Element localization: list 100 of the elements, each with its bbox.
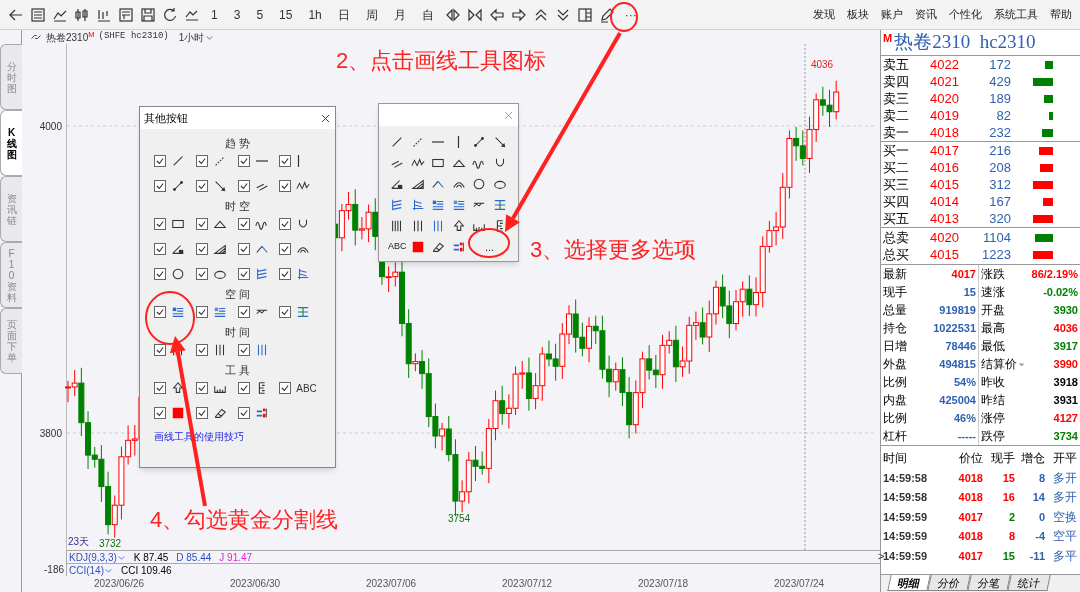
collapse-icon[interactable] <box>466 6 483 23</box>
side-tab[interactable]: K线图 <box>0 110 22 176</box>
horizontal-levels-icon[interactable] <box>431 198 446 212</box>
indicator-dropdown[interactable]: KDJ(9,3,3) <box>69 549 126 565</box>
line-segment-icon[interactable] <box>472 135 487 149</box>
period-button[interactable]: 1 <box>206 5 223 24</box>
expand-icon[interactable] <box>444 6 461 23</box>
order-price: 4020 <box>929 228 959 247</box>
panel-layout-icon[interactable] <box>576 6 593 23</box>
checkbox[interactable] <box>195 344 208 356</box>
triangle-ruler-icon[interactable] <box>410 177 425 191</box>
checkbox[interactable] <box>195 180 208 192</box>
check-icon <box>196 219 207 229</box>
checkbox[interactable] <box>279 268 292 280</box>
more-tools-button[interactable]: ... <box>484 238 495 256</box>
checkbox[interactable] <box>279 218 292 230</box>
period-button[interactable]: 周 <box>360 5 383 24</box>
menu-item[interactable]: 账户 <box>881 6 903 23</box>
checkbox[interactable] <box>195 155 208 167</box>
save-icon[interactable] <box>140 6 156 23</box>
checkbox[interactable] <box>237 180 250 192</box>
menu-item[interactable]: 帮助 <box>1050 6 1072 23</box>
checkbox[interactable] <box>195 382 208 394</box>
checkbox[interactable] <box>154 407 166 419</box>
horizontal-levels-icon <box>212 305 227 319</box>
menu-item[interactable]: 个性化 <box>949 6 982 23</box>
panel-tab[interactable]: 分价 <box>927 575 971 591</box>
left-arrow-icon[interactable] <box>488 6 505 23</box>
checkbox[interactable] <box>237 268 250 280</box>
checkbox[interactable] <box>154 268 166 280</box>
vertical-line-icon[interactable] <box>457 136 461 148</box>
menu-item[interactable]: 系统工具 <box>994 6 1038 23</box>
period-button[interactable]: 月 <box>388 5 411 24</box>
checkbox[interactable] <box>279 180 292 192</box>
checkbox[interactable] <box>195 268 208 280</box>
layer-order-icon[interactable] <box>451 240 466 254</box>
order-label: 卖五 <box>882 55 910 74</box>
checkbox[interactable] <box>237 407 250 419</box>
checkbox[interactable] <box>154 243 166 255</box>
checkbox[interactable] <box>279 306 292 318</box>
color-swatch-icon[interactable] <box>410 240 425 254</box>
date-axis-label: 2023/06/30 <box>230 578 281 589</box>
period-button[interactable]: 自 <box>416 5 439 24</box>
checkbox[interactable] <box>195 218 208 230</box>
checkbox[interactable] <box>154 218 166 230</box>
period-button[interactable]: 15 <box>274 5 298 24</box>
level-spread-icon[interactable] <box>492 198 507 212</box>
checkbox[interactable] <box>279 243 292 255</box>
checkbox[interactable] <box>154 155 166 167</box>
rectangle-icon[interactable] <box>431 156 446 170</box>
up-arrow-icon[interactable] <box>451 219 466 233</box>
horizontal-line-icon[interactable] <box>432 141 445 143</box>
dialog-title: 其他按钮 <box>144 110 188 126</box>
checkbox[interactable] <box>237 243 250 255</box>
period-dropdown[interactable]: 1小时 <box>178 29 215 45</box>
right-arrow-icon[interactable] <box>510 6 527 23</box>
checkbox[interactable] <box>237 218 250 230</box>
period-button[interactable]: 3 <box>228 5 246 24</box>
checkbox[interactable] <box>154 180 166 192</box>
checkbox[interactable] <box>195 243 208 255</box>
stat-value: 3990 <box>1053 356 1078 372</box>
fibonacci-lines-icon[interactable] <box>410 198 425 212</box>
menu-item[interactable]: 发现 <box>813 6 835 23</box>
angle-icon[interactable] <box>390 177 405 191</box>
period-button[interactable]: 日 <box>332 5 355 24</box>
checkbox[interactable] <box>195 407 208 419</box>
menu-item[interactable]: 资讯 <box>915 6 937 23</box>
period-button[interactable]: 1h <box>303 5 327 24</box>
list-icon[interactable] <box>30 6 46 23</box>
menu-item[interactable]: 板块 <box>847 6 869 23</box>
checkbox[interactable] <box>154 382 166 394</box>
checkbox[interactable] <box>237 155 250 167</box>
checkbox[interactable] <box>279 155 292 167</box>
trade-time: 14:59:59 <box>883 509 929 525</box>
checkbox[interactable] <box>154 344 166 356</box>
checkbox[interactable] <box>237 306 250 318</box>
eraser-icon[interactable] <box>431 240 446 254</box>
period-button[interactable]: 5 <box>251 5 269 24</box>
checkbox[interactable] <box>154 306 166 318</box>
checkbox[interactable] <box>237 382 250 394</box>
check-icon <box>196 244 207 254</box>
horizontal-line-icon <box>255 160 268 162</box>
text-tool-button[interactable]: ABC <box>388 240 407 254</box>
order-volume: 208 <box>988 158 1011 177</box>
circle-icon[interactable] <box>472 177 487 191</box>
checkbox[interactable] <box>195 306 208 318</box>
checkbox[interactable] <box>279 382 292 394</box>
panel-tab[interactable]: 统计 <box>1007 575 1051 591</box>
table-icon[interactable] <box>118 6 134 23</box>
candlestick-icon[interactable] <box>74 6 90 23</box>
checkbox[interactable] <box>237 344 250 356</box>
horizontal-levels-icon[interactable] <box>451 198 466 212</box>
refresh-icon[interactable] <box>162 6 178 23</box>
indicator-dropdown[interactable]: CCI(14) <box>69 562 113 578</box>
panel-tab[interactable]: 明细 <box>887 575 931 591</box>
stat-value: 425004 <box>939 392 976 408</box>
close-icon[interactable] <box>320 112 331 124</box>
more-button[interactable]: ··· <box>620 5 641 24</box>
check-icon <box>196 383 207 393</box>
panel-tab[interactable]: 分笔 <box>967 575 1011 591</box>
